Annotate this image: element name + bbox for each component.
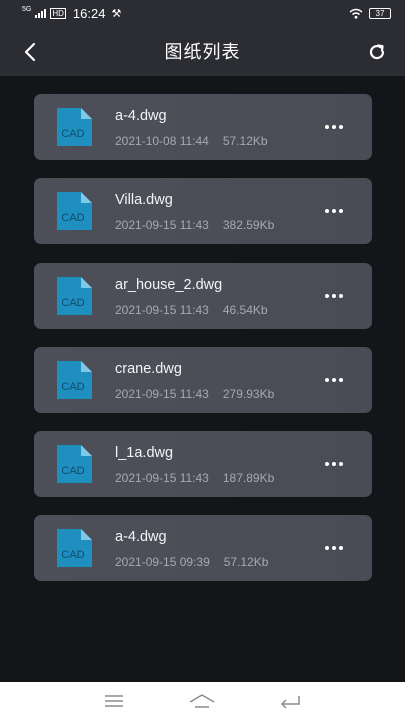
home-icon <box>190 694 215 708</box>
cad-file-icon: CAD <box>57 192 92 231</box>
cad-file-icon: CAD <box>57 529 92 568</box>
file-name: l_1a.dwg <box>115 445 174 462</box>
system-nav-bar <box>0 682 405 720</box>
more-horizontal-icon <box>325 462 329 467</box>
battery-icon: 37 <box>369 7 391 19</box>
file-card[interactable]: CAD a-4.dwg 2021-09-15 09:39 57.12Kb <box>34 515 372 582</box>
file-card[interactable]: CAD ar_house_2.dwg 2021-09-15 11:43 46.5… <box>34 262 372 329</box>
refresh-button[interactable] <box>363 38 391 66</box>
cad-icon-text: CAD <box>61 549 84 561</box>
cad-icon-text: CAD <box>61 465 84 477</box>
more-options-button[interactable] <box>322 543 346 553</box>
more-horizontal-icon <box>325 209 329 214</box>
file-meta: 2021-09-15 09:39 57.12Kb <box>115 555 268 569</box>
file-meta: 2021-09-15 11:43 279.93Kb <box>115 387 274 401</box>
file-size: 57.12Kb <box>222 134 268 148</box>
file-size: 46.54Kb <box>222 302 268 317</box>
file-date: 2021-09-15 11:43 <box>115 471 209 486</box>
status-right: 37 <box>349 7 391 19</box>
file-list: CAD a-4.dwg 2021-10-08 11:44 57.12Kb CAD… <box>34 94 372 600</box>
file-date: 2021-09-15 11:43 <box>115 218 209 233</box>
more-horizontal-icon <box>325 377 329 382</box>
file-card[interactable]: CAD Villa.dwg 2021-09-15 11:43 382.59Kb <box>34 178 372 245</box>
status-time: 16:24 <box>72 5 106 21</box>
cad-file-icon: CAD <box>57 108 92 146</box>
file-name: crane.dwg <box>115 360 182 377</box>
network-type: 5G <box>22 5 32 13</box>
back-icon <box>280 696 300 709</box>
cad-file-icon: CAD <box>57 276 92 315</box>
back-button[interactable] <box>16 38 44 66</box>
file-size: 279.93Kb <box>222 386 275 401</box>
more-horizontal-icon <box>325 546 329 551</box>
cad-icon-text: CAD <box>61 128 84 140</box>
nav-menu-button[interactable] <box>99 689 129 713</box>
file-card[interactable]: CAD a-4.dwg 2021-10-08 11:44 57.12Kb <box>34 94 372 160</box>
cad-icon-text: CAD <box>61 381 84 393</box>
file-date: 2021-09-15 09:39 <box>115 555 210 570</box>
status-bar: 5G HD 16:24 ⚒ 37 <box>0 0 405 26</box>
cad-file-icon: CAD <box>57 360 92 399</box>
wifi-icon <box>349 8 363 19</box>
more-options-button[interactable] <box>322 375 346 385</box>
chevron-left-icon <box>24 42 36 62</box>
file-name: a-4.dwg <box>115 108 167 124</box>
cad-icon-text: CAD <box>61 212 84 224</box>
file-meta: 2021-10-08 11:44 57.12Kb <box>115 134 268 148</box>
nav-back-button[interactable] <box>276 689 306 713</box>
refresh-icon <box>369 44 385 60</box>
file-date: 2021-10-08 11:44 <box>115 134 209 148</box>
signal-icon <box>35 8 47 18</box>
more-options-button[interactable] <box>322 459 346 469</box>
tools-icon: ⚒ <box>111 7 122 20</box>
file-name: Villa.dwg <box>115 192 173 209</box>
more-options-button[interactable] <box>322 291 346 301</box>
file-name: ar_house_2.dwg <box>115 276 223 293</box>
menu-icon <box>105 695 124 707</box>
page-title: 图纸列表 <box>164 42 241 62</box>
file-size: 382.59Kb <box>222 218 275 233</box>
more-horizontal-icon <box>325 293 329 298</box>
file-meta: 2021-09-15 11:43 187.89Kb <box>115 471 274 485</box>
header: 图纸列表 <box>0 26 405 76</box>
cad-icon-text: CAD <box>61 297 84 309</box>
more-options-button[interactable] <box>322 206 346 216</box>
file-date: 2021-09-15 11:43 <box>115 302 209 317</box>
file-card[interactable]: CAD crane.dwg 2021-09-15 11:43 279.93Kb <box>34 346 372 413</box>
file-meta: 2021-09-15 11:43 46.54Kb <box>115 303 268 317</box>
more-horizontal-icon <box>325 125 329 129</box>
file-date: 2021-09-15 11:43 <box>115 386 209 401</box>
status-left: 5G HD 16:24 ⚒ <box>22 6 121 21</box>
file-card[interactable]: CAD l_1a.dwg 2021-09-15 11:43 187.89Kb <box>34 431 372 498</box>
cad-file-icon: CAD <box>57 445 92 484</box>
nav-home-button[interactable] <box>187 689 217 713</box>
more-options-button[interactable] <box>322 122 346 132</box>
file-meta: 2021-09-15 11:43 382.59Kb <box>115 218 274 232</box>
file-name: a-4.dwg <box>115 529 167 546</box>
file-size: 187.89Kb <box>222 471 275 486</box>
file-size: 57.12Kb <box>223 555 269 570</box>
hd-badge: HD <box>50 7 66 19</box>
